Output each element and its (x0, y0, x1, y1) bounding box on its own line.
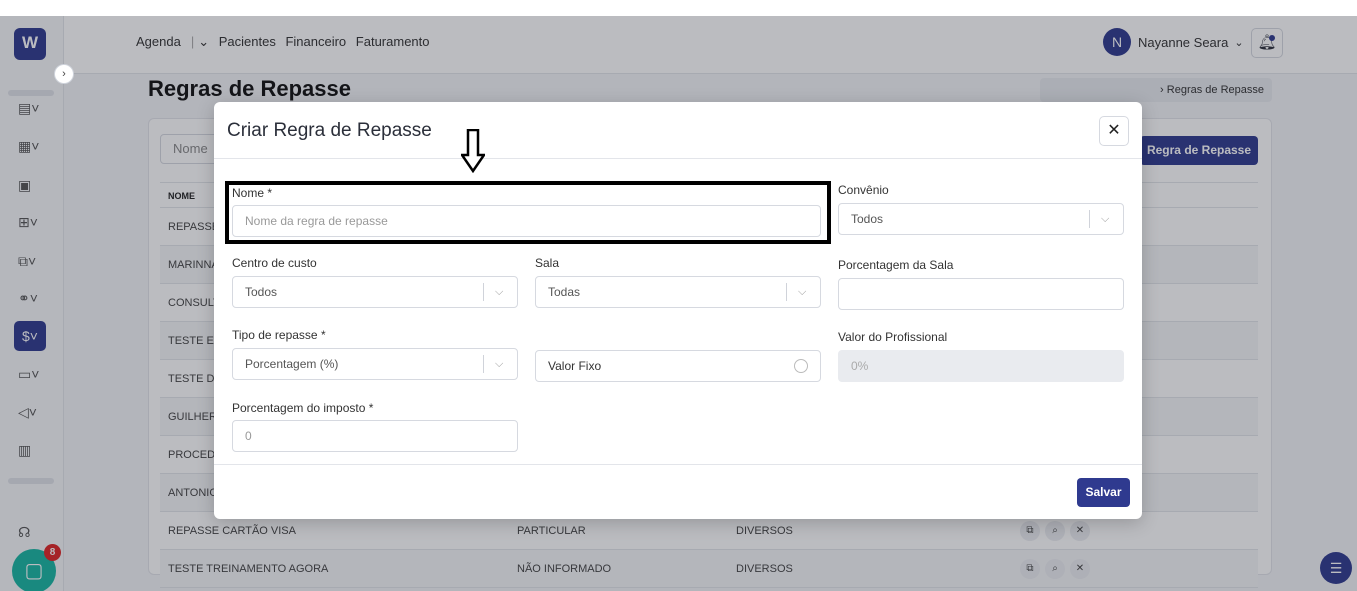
create-rule-modal: Criar Regra de Repasse ✕ Nome * Nome da … (214, 102, 1142, 519)
valor-profissional-input: 0% (838, 350, 1124, 382)
valor-profissional-label: Valor do Profissional (838, 330, 948, 344)
convenio-label: Convênio (838, 183, 889, 197)
porcentagem-imposto-label: Porcentagem do imposto * (232, 401, 374, 415)
tipo-repasse-label: Tipo de repasse * (232, 328, 326, 342)
centro-custo-select[interactable]: Todos ⌵ (232, 276, 518, 308)
chevron-down-icon: ⌵ (798, 286, 807, 298)
chevron-down-icon: ⌵ (495, 286, 504, 298)
chevron-right-icon[interactable]: › (54, 64, 74, 84)
tipo-repasse-select[interactable]: Porcentagem (%) ⌵ (232, 348, 518, 380)
convenio-value: Todos (851, 212, 884, 226)
centro-custo-label: Centro de custo (232, 256, 317, 270)
select-separator (483, 283, 484, 301)
tipo-repasse-value: Porcentagem (%) (245, 357, 339, 371)
valor-fixo-label: Valor Fixo (548, 359, 602, 373)
porcentagem-sala-input[interactable] (838, 278, 1124, 310)
select-separator (1089, 210, 1090, 228)
sala-select[interactable]: Todas ⌵ (535, 276, 821, 308)
sala-value: Todas (548, 285, 581, 299)
chevron-down-icon: ⌵ (495, 358, 504, 370)
select-separator (786, 283, 787, 301)
save-button[interactable]: Salvar (1077, 478, 1130, 507)
nome-label: Nome * (232, 186, 273, 200)
convenio-select[interactable]: Todos ⌵ (838, 203, 1124, 235)
arrow-down-icon (461, 129, 485, 173)
modal-header: Criar Regra de Repasse ✕ (214, 102, 1142, 159)
modal-footer: Salvar (214, 464, 1142, 519)
sala-label: Sala (535, 256, 560, 270)
select-separator (483, 355, 484, 373)
porcentagem-imposto-input[interactable]: 0 (232, 420, 518, 452)
centro-custo-value: Todos (245, 285, 278, 299)
close-icon[interactable]: ✕ (1099, 116, 1129, 146)
modal-title: Criar Regra de Repasse (227, 120, 432, 141)
porcentagem-sala-label: Porcentagem da Sala (838, 258, 954, 272)
toggle-circle-icon[interactable] (794, 359, 808, 373)
chevron-down-icon: ⌵ (1101, 213, 1110, 225)
valor-fixo-toggle[interactable]: Valor Fixo (535, 350, 821, 382)
nome-input[interactable]: Nome da regra de repasse (232, 205, 821, 237)
